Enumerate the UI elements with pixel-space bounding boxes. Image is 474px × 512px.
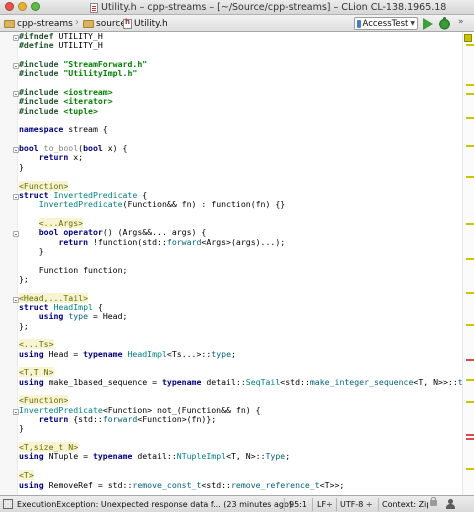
status-message[interactable]: ExecutionException: Unexpected response …	[17, 499, 292, 510]
code-line[interactable]: return x;	[19, 153, 459, 163]
code-line[interactable]	[19, 172, 459, 181]
code-line[interactable]: #include <tuple>	[19, 106, 459, 116]
code-line[interactable]: using NTuple = typename detail::NTupleIm…	[19, 452, 459, 462]
code-line[interactable]: }	[19, 424, 459, 434]
code-line[interactable]: using type = Head;	[19, 311, 459, 321]
code-line[interactable]: using RemoveRef = std::remove_const_t<st…	[19, 480, 459, 490]
close-window-button[interactable]	[5, 2, 14, 11]
code-line[interactable]: #include "UtilityImpl.h"	[19, 69, 459, 78]
breadcrumb-label: Utility.h	[134, 18, 168, 29]
status-bar: ExecutionException: Unexpected response …	[0, 495, 474, 512]
code-line[interactable]: Function function;	[19, 265, 459, 275]
run-configuration-label: AccessTest	[362, 18, 409, 29]
header-file-icon	[90, 2, 98, 13]
code-lines[interactable]: #ifndef UTILITY_H #define UTILITY_H #incl…	[19, 32, 474, 490]
code-line[interactable]: };	[19, 321, 459, 331]
debug-button[interactable]	[438, 17, 451, 30]
error-marker[interactable]	[466, 438, 474, 440]
warning-marker[interactable]	[466, 379, 474, 381]
code-line[interactable]	[19, 434, 459, 443]
window-title: Utility.h – cpp-streams – [~/Source/cpp-…	[101, 2, 447, 13]
code-line[interactable]: #define UTILITY_H	[19, 40, 459, 50]
error-stripe[interactable]	[462, 32, 474, 495]
warning-marker[interactable]	[466, 176, 474, 178]
warning-marker[interactable]	[466, 468, 474, 470]
header-file-icon	[123, 18, 132, 29]
code-line[interactable]	[19, 331, 459, 340]
code-line[interactable]	[19, 462, 459, 471]
code-line[interactable]: };	[19, 274, 459, 284]
divider	[378, 498, 379, 511]
hector-icon[interactable]	[446, 499, 455, 509]
window-title-area: Utility.h – cpp-streams – [~/Source/cpp-…	[90, 1, 470, 14]
more-toolbar-icon[interactable]: »	[458, 17, 470, 30]
navigation-bar: cpp-streams › source › Utility.h AccessT…	[0, 15, 474, 32]
folder-icon	[83, 19, 94, 28]
code-line[interactable]	[19, 359, 459, 368]
code-line[interactable]: namespace stream {	[19, 125, 459, 135]
divider	[336, 498, 337, 511]
breadcrumb-label: cpp-streams	[17, 18, 73, 29]
code-line[interactable]: InvertedPredicate(Function&& fn) : funct…	[19, 199, 459, 209]
run-button[interactable]	[423, 18, 433, 30]
chevron-down-icon: ▼	[410, 20, 415, 27]
code-line[interactable]: return {std::forward<Function>(fn)};	[19, 414, 459, 424]
warning-marker[interactable]	[466, 84, 474, 86]
code-editor[interactable]: #ifndef UTILITY_H #define UTILITY_H #incl…	[0, 32, 474, 495]
minimize-window-button[interactable]	[18, 2, 27, 11]
code-line[interactable]: using Head = typename HeadImpl<Ts...>::t…	[19, 349, 459, 359]
editor-gutter[interactable]	[0, 32, 18, 495]
warning-marker[interactable]	[466, 117, 474, 119]
warning-marker[interactable]	[466, 324, 474, 326]
breadcrumb-file[interactable]: Utility.h	[121, 17, 172, 30]
error-marker[interactable]	[466, 434, 474, 436]
warning-marker[interactable]	[466, 292, 474, 294]
warning-marker[interactable]	[466, 223, 474, 225]
lock-icon[interactable]	[430, 497, 437, 506]
encoding-select[interactable]: UTF-8 ÷	[340, 499, 373, 510]
inspection-status-icon[interactable]	[464, 34, 472, 42]
code-line[interactable]	[19, 210, 459, 219]
code-line[interactable]	[19, 387, 459, 396]
code-line[interactable]: using make_1based_sequence = typename de…	[19, 377, 474, 387]
code-line[interactable]: bool to_bool(bool x) {	[19, 143, 459, 153]
caret-position[interactable]: 95:1	[289, 499, 307, 510]
warning-marker[interactable]	[466, 93, 474, 95]
folder-icon	[4, 19, 15, 28]
line-separator-select[interactable]: LF÷	[317, 499, 333, 510]
run-config-icon	[357, 19, 361, 28]
warning-marker[interactable]	[466, 258, 474, 260]
title-bar: Utility.h – cpp-streams – [~/Source/cpp-…	[0, 0, 474, 15]
run-configuration-select[interactable]: AccessTest ▼	[354, 17, 418, 30]
code-line[interactable]: return !function(std::forward<Args>(args…	[19, 237, 459, 247]
error-marker[interactable]	[466, 359, 474, 361]
context-select[interactable]: Context: ZipTest [D] ÷	[382, 499, 428, 510]
tool-windows-icon[interactable]	[3, 499, 13, 509]
maximize-window-button[interactable]	[31, 2, 40, 11]
warning-marker[interactable]	[466, 401, 474, 403]
code-line[interactable]: }	[19, 162, 459, 172]
code-line[interactable]: }	[19, 246, 459, 256]
divider	[284, 498, 285, 511]
warning-marker[interactable]	[466, 44, 474, 46]
breadcrumb-project[interactable]: cpp-streams	[2, 17, 77, 30]
warning-marker[interactable]	[466, 145, 474, 147]
divider	[312, 498, 313, 511]
